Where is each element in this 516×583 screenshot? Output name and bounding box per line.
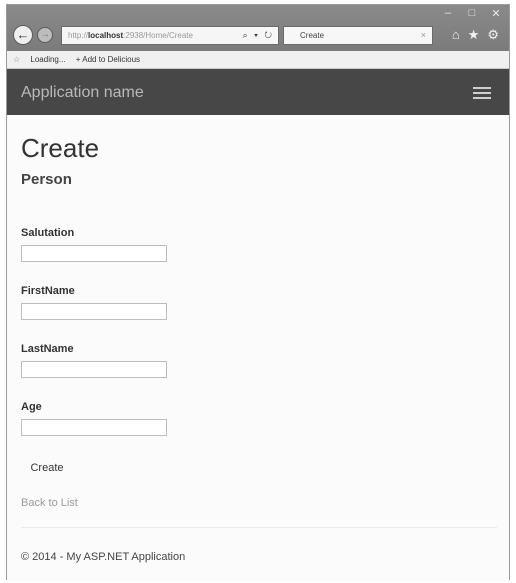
window-controls: – □ ✕ — [443, 7, 501, 20]
address-path: :2938/Home/Create — [123, 31, 193, 40]
page-title: Create — [21, 133, 100, 163]
search-refresh-icon[interactable]: ⌕ ▾ ↻ — [243, 30, 274, 41]
firstname-input[interactable] — [21, 303, 167, 320]
footer-text: © 2014 - My ASP.NET Application — [21, 551, 186, 563]
browser-titlebar: – □ ✕ ← → http://localhost:2938/Home/Cre… — [7, 5, 509, 51]
minimize-icon[interactable]: – — [443, 7, 453, 20]
salutation-input[interactable] — [21, 245, 167, 262]
hamburger-menu-icon[interactable] — [473, 87, 491, 102]
favorites-bar: ☆ Loading... + Add to Delicious — [7, 51, 509, 69]
browser-toolbar-icons: ⌂ ★ ⚙ — [452, 27, 499, 43]
maximize-icon[interactable]: □ — [467, 7, 477, 20]
home-icon[interactable]: ⌂ — [452, 27, 460, 43]
close-window-icon[interactable]: ✕ — [491, 7, 501, 20]
loading-favorite[interactable]: Loading... — [30, 55, 65, 64]
address-bar[interactable]: http://localhost:2938/Home/Create ⌕ ▾ ↻ — [61, 26, 279, 45]
footer-divider — [21, 527, 497, 528]
settings-gear-icon[interactable]: ⚙ — [487, 27, 499, 43]
page-subtitle: Person — [21, 171, 72, 188]
tab-create[interactable]: Create × — [283, 26, 433, 45]
tab-title: Create — [300, 31, 325, 40]
tab-close-icon[interactable]: × — [421, 30, 426, 40]
app-navbar: Application name — [7, 69, 509, 115]
address-prefix: http:// — [68, 31, 89, 40]
favorites-bar-icon: ☆ — [13, 55, 21, 64]
address-host: localhost — [88, 31, 124, 40]
lastname-input[interactable] — [21, 361, 167, 378]
forward-arrow-icon[interactable]: → — [37, 27, 53, 43]
main-content: Create Person Salutation FirstName LastN… — [7, 115, 509, 581]
favorites-star-icon[interactable]: ★ — [468, 27, 480, 43]
back-to-list-link[interactable]: Back to List — [21, 497, 78, 509]
brand-link[interactable]: Application name — [21, 84, 144, 102]
salutation-label: Salutation — [21, 227, 75, 239]
back-arrow-icon[interactable]: ← — [13, 25, 33, 45]
browser-window: – □ ✕ ← → http://localhost:2938/Home/Cre… — [6, 4, 510, 581]
lastname-label: LastName — [21, 343, 74, 355]
firstname-label: FirstName — [21, 285, 75, 297]
create-button[interactable]: Create — [21, 457, 73, 479]
age-label: Age — [21, 401, 42, 413]
delicious-favorite[interactable]: + Add to Delicious — [76, 55, 140, 64]
age-input[interactable] — [21, 419, 167, 436]
